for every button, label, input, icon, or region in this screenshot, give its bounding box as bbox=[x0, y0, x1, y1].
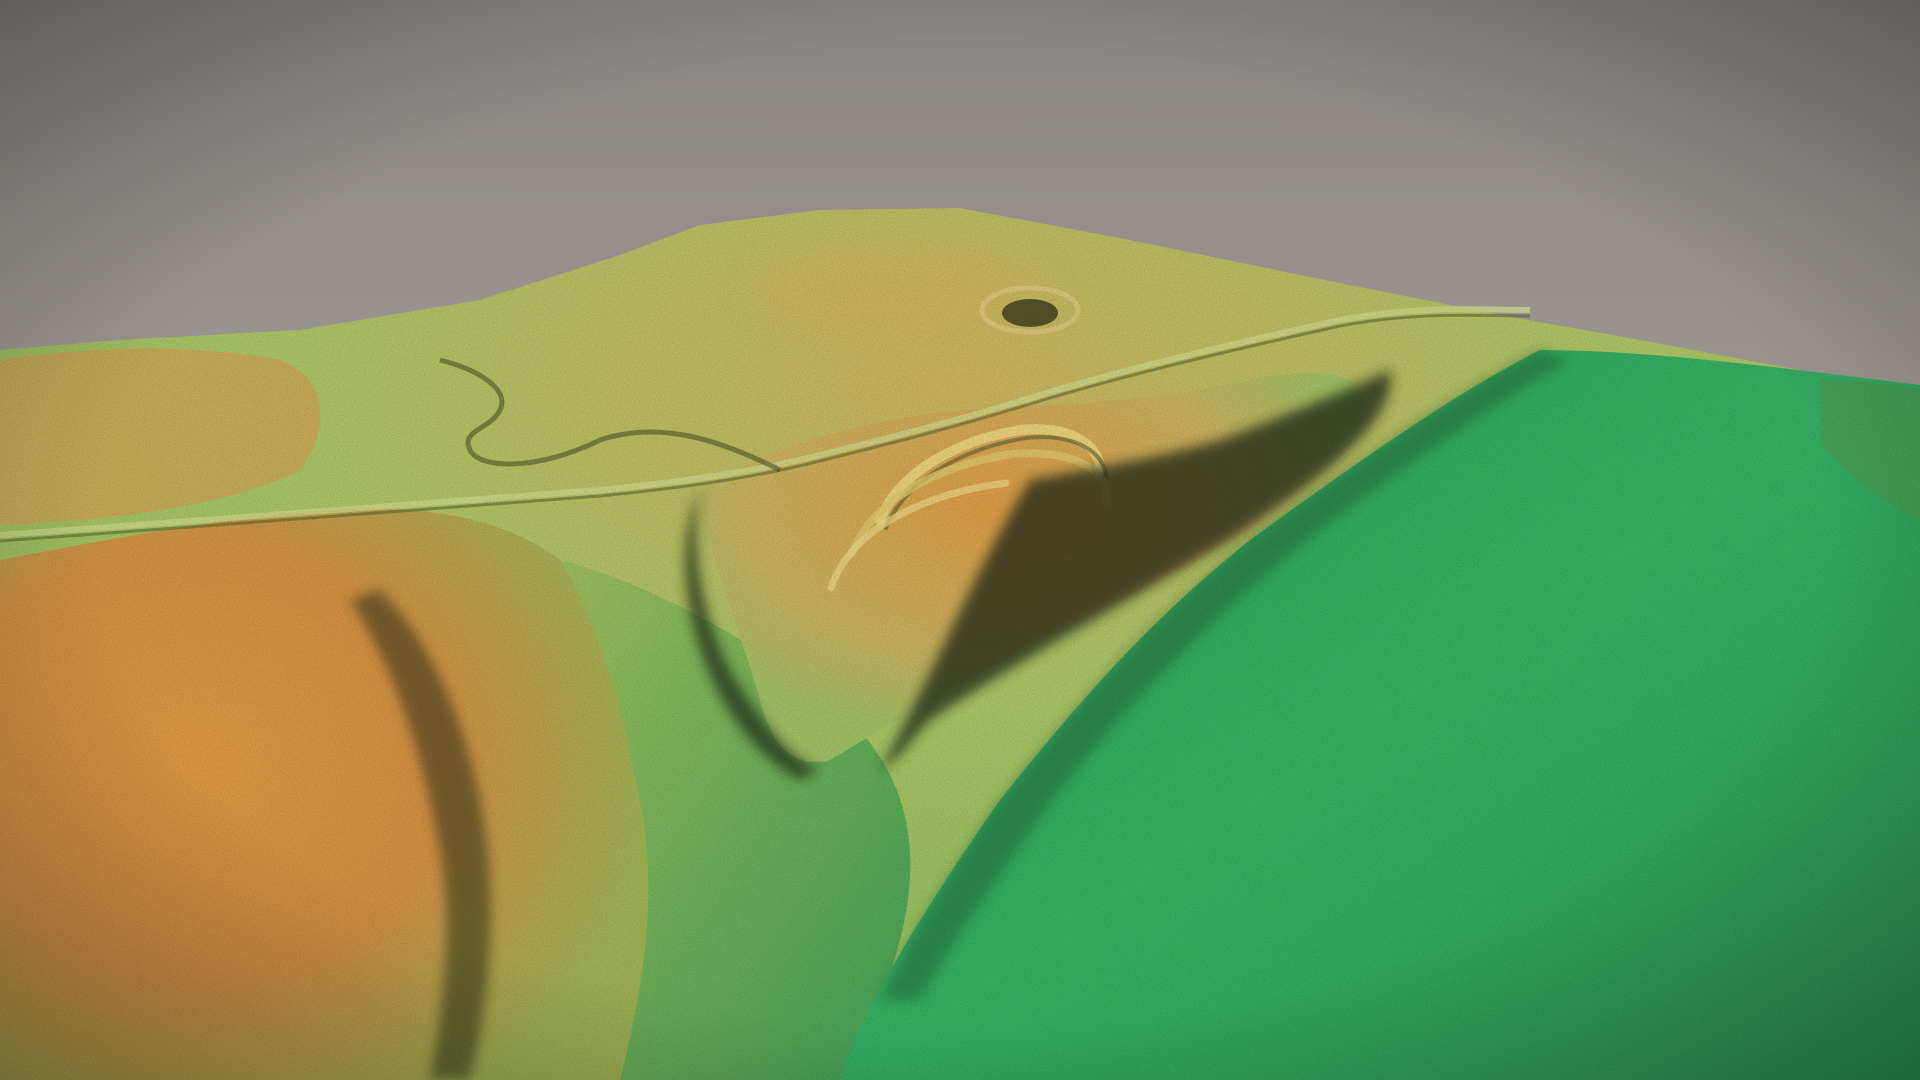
terrain-render bbox=[0, 0, 1920, 1080]
vignette-overlay bbox=[0, 0, 1920, 1080]
terrain-scene bbox=[0, 0, 1920, 1080]
